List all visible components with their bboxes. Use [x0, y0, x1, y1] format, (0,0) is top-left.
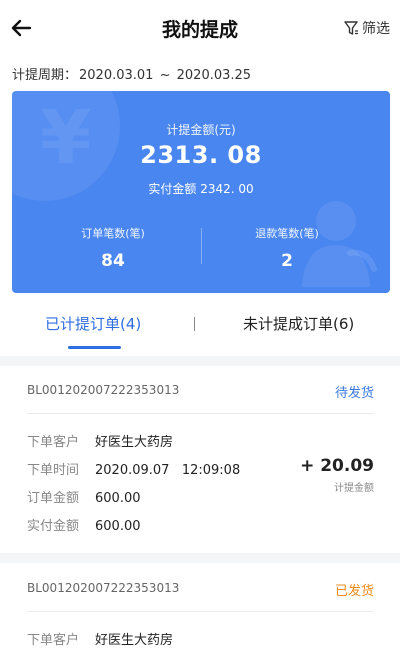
order-amount-value: 600.00 [95, 491, 141, 506]
refund-count-stat: 退款笔数(笔) 2 [212, 225, 362, 271]
order-count-stat: 订单笔数(笔) 84 [38, 225, 188, 271]
order-tabs: 已计提订单(4) 未计提成订单(6) [0, 300, 400, 356]
order-count-value: 84 [101, 251, 125, 271]
order-number: BL001202007222353013 [27, 581, 180, 595]
page-title: 我的提成 [161, 19, 238, 41]
paid-amount-row-label: 实付金额 [27, 519, 80, 534]
order-time-value: 2020.09.07 12:09:08 [95, 463, 241, 478]
paid-amount-value: 2342. 00 [200, 182, 254, 196]
top-bar: 我的提成 筛选 [0, 0, 400, 56]
tab-uncommissioned-orders[interactable]: 未计提成订单(6) [243, 313, 354, 334]
order-customer-row: 下单客户 好医生大药房 [27, 431, 173, 450]
customer-label: 下单客户 [27, 633, 80, 648]
period-end: 2020.03.25 [176, 68, 252, 83]
period-label: 计提周期： [12, 68, 78, 83]
order-customer-row: 下单客户 好医生大药房 [27, 629, 173, 648]
filter-label: 筛选 [362, 21, 390, 37]
filter-button[interactable]: 筛选 [344, 18, 390, 38]
order-time-label: 下单时间 [27, 463, 80, 478]
refund-count-value: 2 [281, 251, 293, 271]
period-separator: ~ [159, 68, 171, 83]
commission-amount-value: 2313. 08 [140, 141, 262, 169]
customer-label: 下单客户 [27, 435, 80, 450]
paid-amount: 实付金额 2342. 00 [12, 180, 390, 197]
customer-value: 好医生大药房 [95, 633, 174, 648]
period-start: 2020.03.01 [79, 68, 154, 83]
commission-summary-card: ¥ 计提金额(元) 2313. 08 实付金额 2342. 00 订单笔数(笔)… [12, 91, 390, 293]
order-amount-label: 订单金额 [27, 491, 80, 506]
commission-value: + 20.09 [300, 456, 374, 476]
commission-caption: 计提金额 [334, 483, 374, 494]
order-amount-row: 订单金额 600.00 [27, 487, 141, 506]
active-tab-indicator [68, 346, 121, 349]
tab-separator [194, 317, 195, 331]
refund-count-label: 退款笔数(笔) [255, 227, 319, 240]
order-status-badge: 已发货 [334, 584, 374, 599]
commission-figure: + 20.09 计提金额 [300, 456, 374, 494]
paid-amount-label: 实付金额 [148, 182, 197, 196]
commission-amount-label: 计提金额(元) [166, 123, 236, 137]
filter-funnel-icon [344, 21, 358, 35]
order-time-row: 下单时间 2020.09.07 12:09:08 [27, 459, 240, 478]
order-number: BL001202007222353013 [27, 383, 180, 397]
order-divider [27, 611, 374, 612]
section-gap [0, 553, 400, 563]
order-status-badge: 待发货 [334, 386, 374, 401]
commission-period: 计提周期： 2020.03.01 ~ 2020.03.25 [12, 64, 253, 83]
paid-amount-row: 实付金额 600.00 [27, 515, 141, 534]
section-gap [0, 356, 400, 366]
tab-commissioned-orders[interactable]: 已计提订单(4) [45, 313, 141, 334]
customer-value: 好医生大药房 [95, 435, 174, 450]
stat-divider [201, 228, 202, 264]
order-divider [27, 413, 374, 414]
order-count-label: 订单笔数(笔) [81, 227, 145, 240]
paid-amount-row-value: 600.00 [95, 519, 141, 534]
